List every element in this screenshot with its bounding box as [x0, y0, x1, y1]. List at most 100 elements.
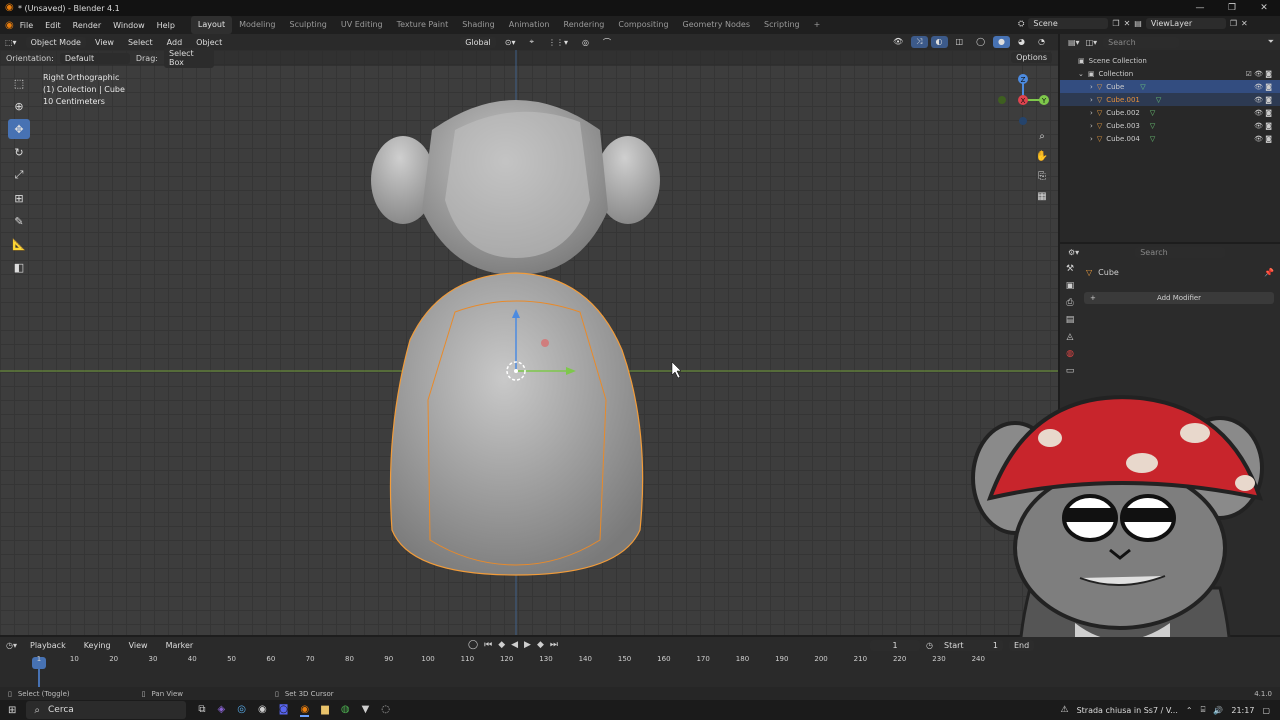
- timeline-view-menu[interactable]: View: [124, 640, 153, 651]
- world-tab-icon[interactable]: ◍: [1066, 349, 1074, 359]
- outliner-collection[interactable]: ⌄ ▣ Collection ☑ 👁 ◙: [1060, 67, 1280, 80]
- tray-chevron-icon[interactable]: ⌃: [1186, 706, 1193, 715]
- file-explorer-icon[interactable]: ▆: [321, 704, 329, 717]
- scene-selector[interactable]: Scene: [1028, 18, 1109, 29]
- expand-arrow-icon[interactable]: ›: [1090, 109, 1093, 117]
- visibility-controls[interactable]: 👁 ◙: [1254, 109, 1272, 117]
- visibility-controls[interactable]: 👁 ◙: [1254, 135, 1272, 143]
- maximize-button[interactable]: ❐: [1216, 0, 1248, 16]
- output-tab-icon[interactable]: ⎙: [1066, 298, 1073, 308]
- menu-window[interactable]: Window: [107, 21, 151, 30]
- add-menu[interactable]: Add: [162, 37, 188, 48]
- object-menu[interactable]: Object: [191, 37, 227, 48]
- tab-geometry-nodes[interactable]: Geometry Nodes: [676, 16, 757, 34]
- app-icon-2[interactable]: ▼: [362, 704, 370, 717]
- ortho-grid-icon[interactable]: ▦: [1033, 188, 1051, 206]
- proportional-edit-icon[interactable]: ◎: [577, 37, 594, 48]
- outliner-item-cube-003[interactable]: › ▽ Cube.003 ▽ 👁 ◙: [1060, 119, 1280, 132]
- tab-scripting[interactable]: Scripting: [757, 16, 807, 34]
- clock-icon[interactable]: ◷: [926, 641, 933, 650]
- transform-orientation-dropdown[interactable]: Global: [460, 36, 496, 48]
- add-modifier-button[interactable]: + Add Modifier: [1084, 292, 1274, 304]
- play-reverse-icon[interactable]: ◀: [511, 640, 518, 650]
- outliner-scene-collection[interactable]: ▣ Scene Collection: [1060, 54, 1280, 67]
- volume-icon[interactable]: 🔊: [1213, 706, 1223, 715]
- wireframe-shading-icon[interactable]: ◯: [971, 36, 990, 48]
- scene-icon[interactable]: ⛭: [1018, 19, 1024, 29]
- menu-edit[interactable]: Edit: [39, 21, 67, 30]
- tab-uv-editing[interactable]: UV Editing: [334, 16, 390, 34]
- overlay-toggle-icon[interactable]: ◐: [930, 36, 948, 48]
- record-icon[interactable]: ◯: [468, 640, 478, 650]
- menu-render[interactable]: Render: [67, 21, 107, 30]
- minimize-button[interactable]: —: [1184, 0, 1216, 16]
- outliner-item-cube-001[interactable]: › ▽ Cube.001 ▽ 👁 ◙: [1060, 93, 1280, 106]
- visibility-controls[interactable]: 👁 ◙: [1254, 96, 1272, 104]
- close-button[interactable]: ✕: [1248, 0, 1280, 16]
- discord-icon[interactable]: ◙: [279, 704, 289, 717]
- snap-icon[interactable]: ⌖: [524, 36, 539, 48]
- tab-layout[interactable]: Layout: [190, 16, 233, 34]
- time-text[interactable]: 21:17: [1231, 706, 1254, 715]
- navigation-gizmo[interactable]: Z Y X: [995, 72, 1051, 128]
- visibility-controls[interactable]: 👁 ◙: [1254, 83, 1272, 91]
- expand-arrow-icon[interactable]: ⌄: [1078, 70, 1084, 78]
- timeline-editor-icon[interactable]: ◷▾: [6, 641, 17, 650]
- prev-keyframe-icon[interactable]: ◆: [498, 640, 505, 650]
- outliner-item-cube[interactable]: › ▽ Cube ▽ 👁 ◙: [1060, 80, 1280, 93]
- playback-menu[interactable]: Playback: [25, 640, 71, 651]
- jump-start-icon[interactable]: ⏮: [484, 640, 492, 650]
- delete-view-layer-icon[interactable]: ✕: [1241, 19, 1248, 28]
- view-layer-selector[interactable]: ViewLayer: [1145, 18, 1226, 29]
- play-icon[interactable]: ▶: [524, 640, 531, 650]
- chrome-icon[interactable]: ◍: [341, 704, 350, 717]
- rendered-shading-icon[interactable]: ◔: [1033, 36, 1050, 48]
- taskbar-search-box[interactable]: ⌕ Cerca: [26, 701, 187, 719]
- filter-icon[interactable]: ⏷: [1268, 37, 1274, 47]
- menu-help[interactable]: Help: [151, 21, 181, 30]
- properties-search-input[interactable]: Search: [1135, 246, 1226, 258]
- next-keyframe-icon[interactable]: ◆: [537, 640, 544, 650]
- new-view-layer-icon[interactable]: ❐: [1230, 19, 1237, 28]
- start-button-icon[interactable]: ⊞: [8, 705, 16, 716]
- expand-arrow-icon[interactable]: ›: [1090, 122, 1093, 130]
- outliner-search-input[interactable]: Search: [1103, 36, 1180, 48]
- tab-modeling[interactable]: Modeling: [232, 16, 282, 34]
- snap-target-icon[interactable]: ⋮⋮▾: [543, 37, 573, 48]
- pan-hand-icon[interactable]: ✋: [1033, 148, 1051, 166]
- expand-arrow-icon[interactable]: ›: [1090, 83, 1093, 91]
- delete-scene-icon[interactable]: ✕: [1124, 19, 1131, 28]
- select-menu[interactable]: Select: [123, 37, 158, 48]
- render-tab-icon[interactable]: ▣: [1066, 281, 1075, 291]
- mode-dropdown[interactable]: Object Mode: [25, 36, 86, 48]
- view-layer-tab-icon[interactable]: ▤: [1066, 315, 1075, 325]
- jump-end-icon[interactable]: ⏭: [550, 640, 558, 650]
- notification-center-icon[interactable]: ▢: [1262, 706, 1270, 715]
- keying-menu[interactable]: Keying: [79, 640, 116, 651]
- marker-menu[interactable]: Marker: [161, 640, 199, 651]
- visibility-controls[interactable]: 👁 ◙: [1254, 122, 1272, 130]
- obs-icon[interactable]: ◉: [258, 704, 267, 717]
- tab-rendering[interactable]: Rendering: [557, 16, 612, 34]
- expand-arrow-icon[interactable]: ›: [1090, 135, 1093, 143]
- pin-icon[interactable]: 📌: [1264, 268, 1274, 277]
- view-menu[interactable]: View: [90, 37, 119, 48]
- app-icon-3[interactable]: ◌: [381, 704, 390, 717]
- new-scene-icon[interactable]: ❐: [1112, 19, 1119, 28]
- tab-compositing[interactable]: Compositing: [611, 16, 675, 34]
- properties-editor-icon[interactable]: ⚙▾: [1068, 248, 1079, 257]
- task-view-icon[interactable]: ⧉: [198, 704, 205, 717]
- timeline-ruler[interactable]: 1 10 20 30 40 50 60 70 80 90 100 110 120 130 140 150 160…: [0, 655, 1000, 687]
- view-layer-icon[interactable]: ▤: [1134, 19, 1142, 28]
- network-icon[interactable]: ⌸: [1201, 705, 1206, 715]
- outliner-item-cube-002[interactable]: › ▽ Cube.002 ▽ 👁 ◙: [1060, 106, 1280, 119]
- zoom-icon[interactable]: ⌕: [1033, 128, 1051, 146]
- blender-menu-icon[interactable]: ◉: [5, 20, 14, 31]
- app-icon-1[interactable]: ◈: [218, 704, 226, 717]
- scene-tab-icon[interactable]: ◬: [1067, 332, 1074, 342]
- pivot-point-icon[interactable]: ⊙▾: [500, 37, 521, 48]
- steam-icon[interactable]: ◎: [237, 704, 246, 717]
- tab-shading[interactable]: Shading: [455, 16, 502, 34]
- tab-animation[interactable]: Animation: [502, 16, 557, 34]
- editor-type-icon[interactable]: ⬚▾: [0, 37, 22, 48]
